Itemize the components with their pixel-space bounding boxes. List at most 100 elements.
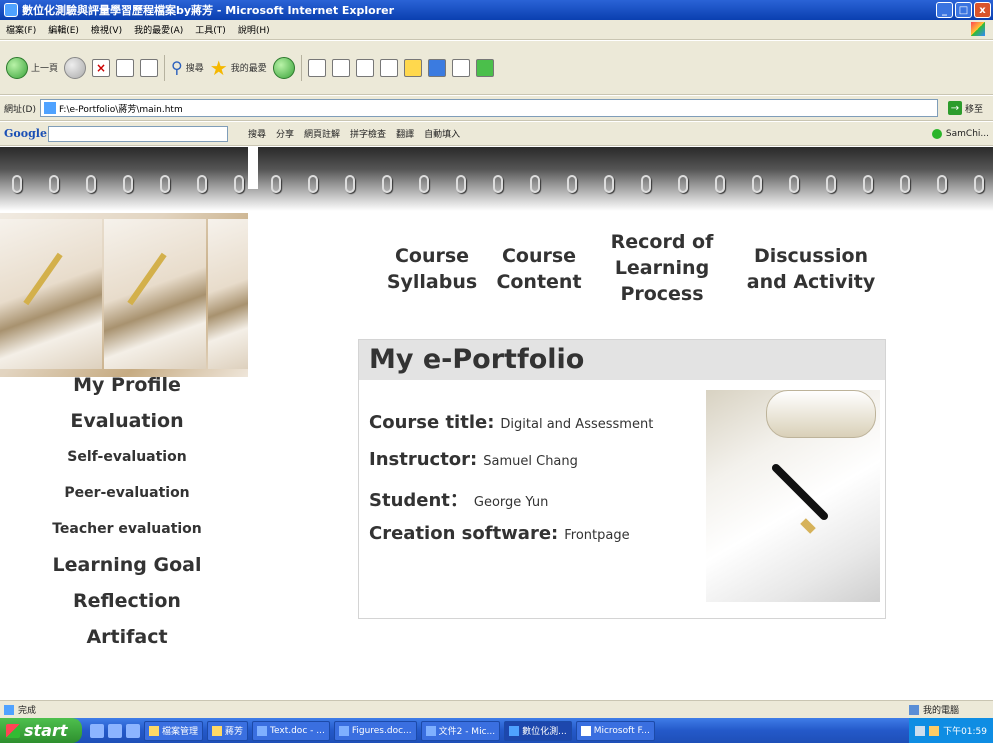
standard-toolbar: 上一頁 × ⚲ 搜尋 ★ 我的最愛: [0, 41, 993, 95]
nav-peer-evaluation[interactable]: Peer-evaluation: [64, 475, 189, 511]
paper-roll: [766, 390, 876, 438]
minimize-button[interactable]: _: [936, 2, 953, 18]
taskbar-item[interactable]: Figures.doc...: [333, 720, 417, 741]
taskbar-item[interactable]: 文件2 - Mic...: [420, 720, 501, 741]
student-label: Student：: [369, 490, 468, 511]
spiral-ring: [12, 175, 22, 193]
windows-flag-icon: [6, 723, 20, 738]
go-arrow-icon: →: [947, 101, 962, 115]
taskbar-item[interactable]: Microsoft F...: [575, 720, 655, 741]
print-icon[interactable]: [355, 58, 374, 77]
spiral-ring: [234, 175, 244, 193]
start-button[interactable]: start: [0, 718, 82, 743]
folder-icon[interactable]: [403, 58, 422, 77]
go-button[interactable]: → 移至: [942, 99, 989, 117]
spiral-ring: [197, 175, 207, 193]
nav-teacher-evaluation[interactable]: Teacher evaluation: [52, 511, 202, 547]
nav-reflection[interactable]: Reflection: [73, 583, 181, 619]
spiral-ring: [271, 175, 281, 193]
address-bar: 網址(D) F:\e-Portfolio\蔣芳\main.htm → 移至: [0, 96, 993, 121]
refresh-icon[interactable]: [116, 58, 135, 77]
portfolio-panel: My e-Portfolio Course title: Digital and…: [358, 339, 886, 619]
nav-record-learning[interactable]: Record of Learning Process: [604, 229, 720, 307]
nav-course-content[interactable]: Course Content: [494, 243, 584, 295]
spiral-ring: [863, 175, 873, 193]
stop-icon[interactable]: ×: [92, 58, 111, 77]
nav-evaluation[interactable]: Evaluation: [70, 403, 183, 439]
google-share-button[interactable]: 分享: [276, 127, 294, 140]
tray-icon[interactable]: [915, 725, 926, 736]
nav-learning-goal[interactable]: Learning Goal: [53, 547, 202, 583]
binder-image: [0, 219, 102, 369]
nav-my-profile[interactable]: My Profile: [73, 367, 181, 403]
nav-course-syllabus[interactable]: Course Syllabus: [382, 243, 482, 295]
google-annotate-button[interactable]: 網頁註解: [304, 127, 340, 140]
home-icon[interactable]: [140, 58, 159, 77]
status-text: 完成: [18, 706, 37, 716]
quicklaunch-media-icon[interactable]: [126, 723, 140, 738]
nav-discussion-activity[interactable]: Discussion and Activity: [742, 243, 880, 295]
taskbar-item[interactable]: 蔣芳: [207, 720, 249, 741]
status-page-icon: [4, 704, 14, 715]
spiral-ring: [160, 175, 170, 193]
spiral-ring: [419, 175, 429, 193]
quicklaunch-desktop-icon[interactable]: [108, 723, 122, 738]
portfolio-heading: My e-Portfolio: [359, 340, 885, 380]
edit-icon[interactable]: [379, 58, 398, 77]
forward-arrow-icon: [64, 56, 87, 79]
taskbar-item[interactable]: Text.doc - ...: [252, 720, 330, 741]
task-label: 數位化測...: [522, 727, 567, 737]
menu-file[interactable]: 檔案(F): [6, 23, 36, 36]
left-navigation: My Profile Evaluation Self-evaluation Pe…: [0, 367, 254, 655]
google-toolbar: Google 搜尋 分享 網頁註解 拼字檢查 翻譯 自動填入 SamChi...: [0, 122, 993, 146]
maximize-button[interactable]: □: [955, 2, 972, 18]
google-spellcheck-button[interactable]: 拼字檢查: [350, 127, 386, 140]
task-label: 文件2 - Mic...: [438, 727, 496, 737]
menu-edit[interactable]: 編輯(E): [48, 23, 79, 36]
status-zone: 我的電腦: [908, 703, 989, 716]
portfolio-details: Course title: Digital and Assessment Ins…: [359, 380, 885, 602]
toolbar-divider: [300, 54, 302, 81]
spiral-ring: [382, 175, 392, 193]
address-label: 網址(D): [4, 104, 36, 115]
favorites-button[interactable]: ★ 我的最愛: [210, 54, 267, 82]
taskbar-item-active[interactable]: 數位化測...: [504, 720, 572, 741]
binder-image: [104, 219, 206, 369]
word-icon: [338, 725, 349, 736]
history-icon[interactable]: [307, 58, 326, 77]
binder-image: [208, 219, 248, 369]
media-icon[interactable]: [272, 56, 295, 79]
messenger-icon[interactable]: [427, 58, 446, 77]
search-button[interactable]: ⚲ 搜尋: [171, 54, 204, 82]
google-autofill-button[interactable]: 自動填入: [424, 127, 460, 140]
back-button[interactable]: 上一頁: [6, 54, 58, 82]
menu-help[interactable]: 說明(H): [238, 23, 270, 36]
google-account[interactable]: SamChi...: [931, 128, 989, 139]
menu-view[interactable]: 檢視(V): [91, 23, 122, 36]
spiral-ring: [567, 175, 577, 193]
spiral-ring: [641, 175, 651, 193]
google-translate-button[interactable]: 翻譯: [396, 127, 414, 140]
google-logo: Google: [4, 127, 47, 140]
quicklaunch-ie-icon[interactable]: [90, 723, 104, 738]
spiral-ring: [123, 175, 133, 193]
forward-button[interactable]: [64, 54, 87, 82]
taskbar-item[interactable]: 檔案管理: [144, 720, 204, 741]
folder-icon: [149, 725, 159, 736]
plugin-icon[interactable]: [475, 58, 494, 77]
google-search-input[interactable]: [48, 125, 228, 142]
menu-favorites[interactable]: 我的最愛(A): [134, 23, 183, 36]
nav-self-evaluation[interactable]: Self-evaluation: [67, 439, 186, 475]
mail-icon[interactable]: [331, 58, 350, 77]
menu-tools[interactable]: 工具(T): [195, 23, 226, 36]
clock: 下午01:59: [943, 727, 987, 737]
nav-artifact[interactable]: Artifact: [86, 619, 167, 655]
binder-photo: [0, 213, 248, 377]
google-search-button[interactable]: 搜尋: [248, 127, 266, 140]
tray-icon[interactable]: [929, 725, 940, 736]
close-button[interactable]: x: [974, 2, 991, 18]
research-icon[interactable]: [451, 58, 470, 77]
address-input[interactable]: F:\e-Portfolio\蔣芳\main.htm: [39, 99, 938, 117]
pen-paper-photo: [706, 390, 880, 602]
ie-icon: [509, 725, 520, 736]
